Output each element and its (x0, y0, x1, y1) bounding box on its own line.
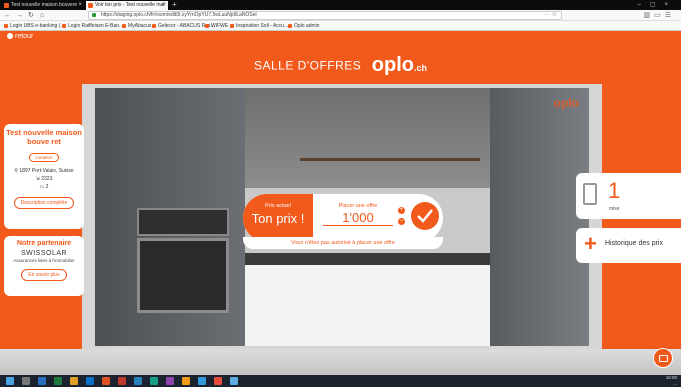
property-area: ⇲ 2323 (35, 176, 53, 182)
taskbar-clock: 16:00 ... (665, 375, 677, 386)
bid-icon (583, 183, 597, 205)
partner-subtitle: Assurances liées à l'immobilier (13, 258, 75, 263)
tab-label: Voir ton prix - Test nouvelle mai (95, 2, 165, 8)
tab-label: Test nouvelle maison bouvere (11, 2, 78, 8)
submit-offer-button[interactable] (411, 202, 439, 230)
plus-icon: + (584, 231, 597, 256)
price-history-button[interactable]: + Historique des prix (576, 228, 681, 263)
close-tab-icon[interactable]: × (78, 1, 82, 10)
taskbar-app-icon[interactable] (230, 377, 238, 385)
close-tab-icon[interactable]: × (162, 1, 166, 10)
bookmark-item[interactable]: MyAbacus (122, 22, 151, 30)
photo-watermark-logo: oplo (553, 96, 579, 110)
current-price: Prix actuel Ton prix ! (243, 194, 313, 242)
back-arrow-icon[interactable]: ← (4, 11, 11, 20)
favicon-icon (4, 3, 9, 8)
taskbar-app-icon[interactable] (134, 377, 142, 385)
window-controls[interactable]: –▢× (637, 0, 677, 10)
start-icon[interactable] (6, 377, 14, 385)
back-icon (7, 33, 13, 40)
partner-name: SWISSOLAR (20, 250, 68, 257)
browser-tab-active[interactable]: Voir ton prix - Test nouvelle mai × (86, 1, 168, 10)
current-price-value: Ton prix ! (251, 211, 305, 226)
partner-card: Notre partenaire SWISSOLAR Assurances li… (4, 236, 84, 296)
taskbar-app-icon[interactable] (86, 377, 94, 385)
browser-tab-bar: Test nouvelle maison bouvere × Voir ton … (0, 0, 681, 10)
offer-amount-input[interactable]: 1'000 (323, 210, 393, 226)
oplo-logo: oplo.ch (371, 54, 427, 76)
bookmarks-bar: Login UBS e-banking (... Login Raiffeise… (0, 21, 681, 31)
learn-more-button[interactable]: En savoir plus (21, 269, 67, 281)
property-card: Test nouvelle maison bouve ret Location … (4, 124, 84, 229)
taskbar-app-icon[interactable] (38, 377, 46, 385)
partner-heading: Notre partenaire (16, 240, 72, 247)
new-tab-icon[interactable]: + (172, 0, 177, 10)
offer-room-page: retour SALLE D'OFFRES oplo.ch oplo Test … (0, 31, 681, 375)
check-icon (417, 209, 433, 223)
browser-tab[interactable]: Test nouvelle maison bouvere × (2, 1, 84, 10)
mail-icon (659, 355, 668, 362)
home-icon[interactable]: ⌂ (40, 11, 44, 20)
browser-nav-bar: ← → ↻ ⌂ https://staging.oplo.ch/fr/room/… (0, 10, 681, 21)
taskbar-app-icon[interactable] (70, 377, 78, 385)
favicon-icon (88, 3, 93, 8)
bookmark-item[interactable]: Oplo admin (288, 22, 320, 30)
bookmark-item[interactable]: Inspiration Soil - Accu... (230, 22, 288, 30)
offer-panel: Prix actuel Ton prix ! Placer une offre … (243, 194, 443, 242)
reload-icon[interactable]: ↻ (28, 11, 34, 20)
toolbar-icons[interactable]: ▥▭☰ (643, 11, 675, 20)
full-description-button[interactable]: Description complète (13, 197, 75, 209)
taskbar-app-icon[interactable] (54, 377, 62, 385)
taskbar-app-icon[interactable] (166, 377, 174, 385)
offer-warning: Vous n'êtes pas autorisé à placer une of… (243, 237, 443, 249)
url-bar[interactable]: https://staging.oplo.ch/fr/room/edit0t.x… (88, 11, 562, 20)
offer-input-label: Placer une offre (338, 203, 378, 209)
taskbar-app-icon[interactable] (198, 377, 206, 385)
lock-icon (92, 13, 96, 17)
bookmark-star-icon[interactable]: ··· ☆ (544, 12, 557, 19)
taskbar-app-icon[interactable] (214, 377, 222, 385)
page-title: SALLE D'OFFRES (253, 58, 362, 73)
taskbar-app-icon[interactable] (102, 377, 110, 385)
chat-button[interactable] (653, 348, 673, 368)
bid-count-card: 1 mise (576, 173, 681, 219)
url-text: https://staging.oplo.ch/fr/room/edit0t.x… (101, 12, 257, 18)
os-taskbar: 16:00 ... (0, 375, 681, 387)
property-location: ⚲ 1897 Port-Valais, Suisse (14, 168, 74, 174)
taskbar-app-icon[interactable] (150, 377, 158, 385)
bookmark-item[interactable]: WIFWE (205, 22, 228, 30)
increase-offer-button[interactable]: + (398, 207, 405, 214)
property-type-badge: Location (29, 153, 59, 162)
bookmark-item[interactable]: Login Raiffeisen E-Ban... (62, 22, 123, 30)
taskbar-app-icon[interactable] (118, 377, 126, 385)
page-header: SALLE D'OFFRES oplo.ch (0, 54, 681, 77)
back-link[interactable]: retour (7, 33, 33, 40)
search-icon[interactable] (22, 377, 30, 385)
bid-count-label: mise (609, 206, 620, 212)
taskbar-app-icon[interactable] (182, 377, 190, 385)
current-price-label: Prix actuel (265, 203, 291, 209)
price-history-label: Historique des prix (605, 240, 663, 247)
offer-input-group: Placer une offre 1'000 (323, 194, 393, 226)
decrease-offer-button[interactable]: – (398, 218, 405, 225)
property-title: Test nouvelle maison bouve ret (6, 128, 82, 146)
forward-arrow-icon[interactable]: → (16, 11, 23, 20)
floor-decoration (0, 349, 681, 375)
bookmark-item[interactable]: Login UBS e-banking (... (4, 22, 64, 30)
bid-count: 1 (608, 178, 621, 203)
property-rooms: ▭ 2 (39, 184, 49, 190)
